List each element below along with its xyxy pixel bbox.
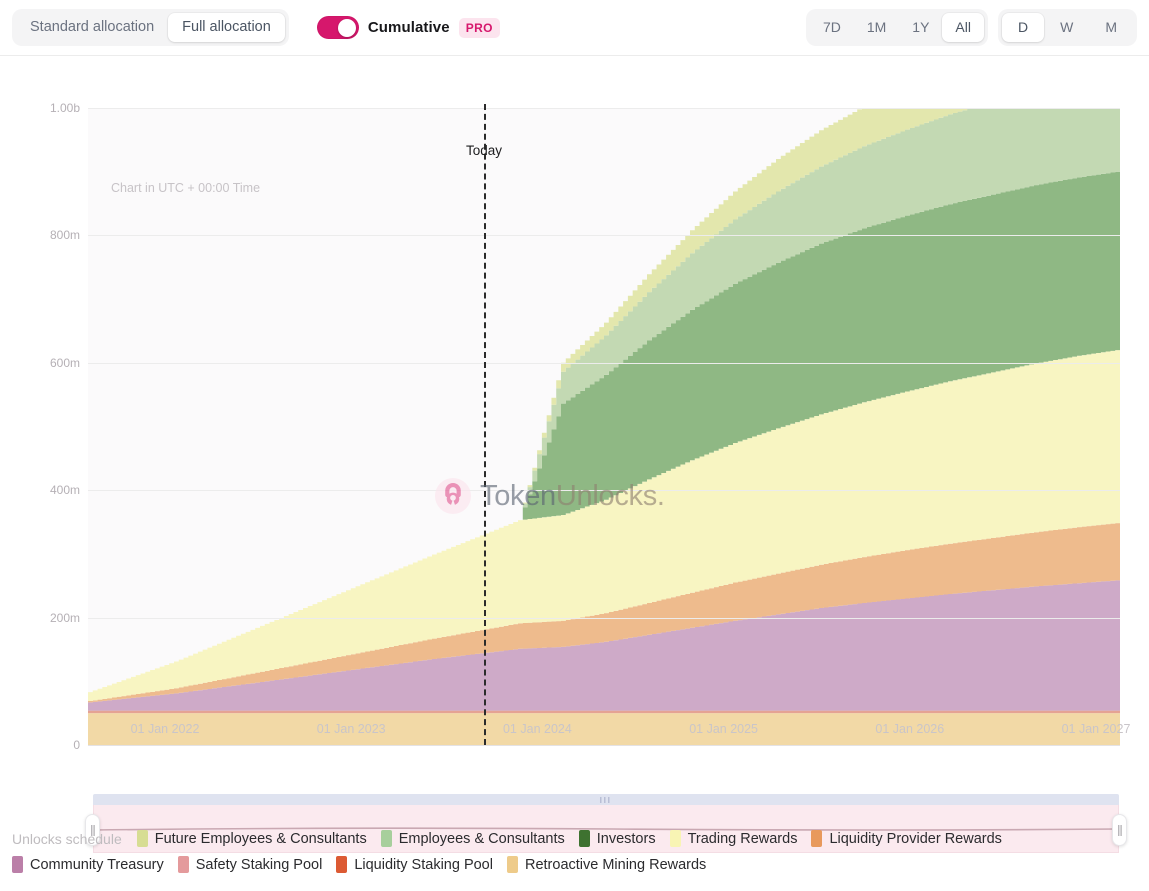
- range-1y-button[interactable]: 1Y: [899, 13, 942, 42]
- range-all-button[interactable]: All: [942, 13, 984, 42]
- range-1m-button[interactable]: 1M: [854, 13, 899, 42]
- today-marker-line: [484, 104, 486, 745]
- chart-legend: Unlocks schedule Future Employees & Cons…: [0, 830, 1149, 873]
- legend-label: Employees & Consultants: [399, 831, 565, 847]
- cumulative-toggle-switch[interactable]: [317, 16, 359, 39]
- legend-item[interactable]: Retroactive Mining Rewards: [507, 856, 706, 873]
- legend-label: Liquidity Provider Rewards: [829, 831, 1001, 847]
- x-axis-tick: 01 Jan 2025: [689, 722, 758, 736]
- granularity-segmented-control: D W M: [998, 9, 1137, 46]
- granularity-month-button[interactable]: M: [1089, 13, 1133, 42]
- utc-timezone-note: Chart in UTC + 00:00 Time: [111, 181, 260, 195]
- x-axis-tick: 01 Jan 2027: [1062, 722, 1131, 736]
- y-axis-tick: 200m: [50, 611, 80, 625]
- legend-label: Safety Staking Pool: [196, 857, 323, 873]
- legend-item[interactable]: Community Treasury: [12, 856, 164, 873]
- legend-item[interactable]: Employees & Consultants: [381, 830, 565, 847]
- legend-swatch: [811, 830, 822, 847]
- granularity-week-button[interactable]: W: [1044, 13, 1089, 42]
- legend-item[interactable]: Safety Staking Pool: [178, 856, 323, 873]
- pro-badge: PRO: [459, 18, 500, 38]
- gridline: [88, 235, 1120, 236]
- cumulative-toggle-group: Cumulative PRO: [317, 16, 500, 39]
- legend-label: Liquidity Staking Pool: [354, 857, 493, 873]
- legend-item[interactable]: Future Employees & Consultants: [137, 830, 367, 847]
- legend-label: Community Treasury: [30, 857, 164, 873]
- gridline: [88, 618, 1120, 619]
- cumulative-label: Cumulative: [368, 19, 450, 36]
- area-series-liquidity-staking-pool: [88, 711, 1120, 714]
- legend-label: Trading Rewards: [688, 831, 798, 847]
- legend-swatch: [670, 830, 681, 847]
- tab-full-allocation[interactable]: Full allocation: [168, 13, 285, 43]
- gridline: [88, 363, 1120, 364]
- legend-item[interactable]: Investors: [579, 830, 656, 847]
- x-axis-line: [88, 745, 1120, 746]
- legend-swatch: [178, 856, 189, 873]
- chart-toolbar: Standard allocation Full allocation Cumu…: [0, 0, 1149, 56]
- x-axis-tick: 01 Jan 2024: [503, 722, 572, 736]
- range-slider-top-grip-icon: [600, 797, 612, 803]
- x-axis-tick: 01 Jan 2023: [317, 722, 386, 736]
- y-axis-tick: 1.00b: [50, 101, 80, 115]
- chart-area: 0 200m 400m 600m 800m 1.00b 01 Jan 2022 01 Jan…: [0, 57, 1149, 828]
- today-marker-label: Today: [466, 143, 502, 158]
- legend-label: Future Employees & Consultants: [155, 831, 367, 847]
- legend-title: Unlocks schedule: [12, 831, 122, 847]
- legend-swatch: [12, 856, 23, 873]
- legend-label: Investors: [597, 831, 656, 847]
- tab-standard-allocation[interactable]: Standard allocation: [16, 13, 168, 43]
- granularity-day-button[interactable]: D: [1002, 13, 1044, 42]
- x-axis-tick: 01 Jan 2026: [875, 722, 944, 736]
- chart-range-controls: 7D 1M 1Y All D W M: [806, 9, 1137, 46]
- y-axis-tick: 800m: [50, 228, 80, 242]
- area-series-retroactive-mining-rewards: [88, 713, 1120, 745]
- legend-item[interactable]: Liquidity Staking Pool: [336, 856, 493, 873]
- legend-swatch: [137, 830, 148, 847]
- y-axis-tick: 600m: [50, 356, 80, 370]
- y-axis-tick: 0: [73, 738, 80, 752]
- y-axis-tick: 400m: [50, 483, 80, 497]
- range-7d-button[interactable]: 7D: [810, 13, 854, 42]
- legend-label: Retroactive Mining Rewards: [525, 857, 706, 873]
- legend-item[interactable]: Liquidity Provider Rewards: [811, 830, 1001, 847]
- legend-swatch: [507, 856, 518, 873]
- gridline: [88, 490, 1120, 491]
- legend-swatch: [336, 856, 347, 873]
- range-slider-track-top[interactable]: [93, 794, 1119, 805]
- x-axis-tick: 01 Jan 2022: [131, 722, 200, 736]
- legend-item[interactable]: Trading Rewards: [670, 830, 798, 847]
- stacked-area-series: [88, 108, 1120, 745]
- legend-swatch: [579, 830, 590, 847]
- time-range-segmented-control: 7D 1M 1Y All: [806, 9, 988, 46]
- stacked-area-plot[interactable]: [88, 108, 1120, 745]
- toggle-knob: [338, 19, 356, 37]
- gridline: [88, 108, 1120, 109]
- allocation-mode-segmented-control: Standard allocation Full allocation: [12, 9, 289, 47]
- legend-swatch: [381, 830, 392, 847]
- token-unlocks-chart-page: Standard allocation Full allocation Cumu…: [0, 0, 1149, 891]
